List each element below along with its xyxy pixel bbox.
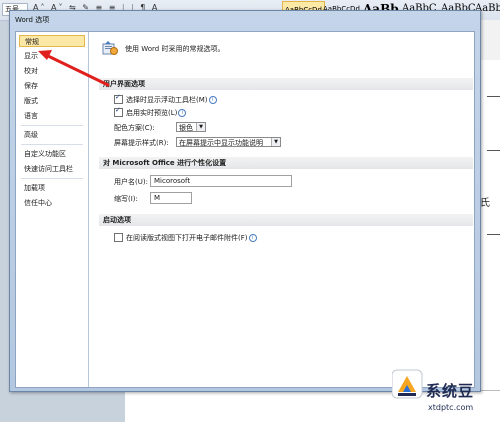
nav-item-advanced[interactable]: 高级 [19, 129, 85, 141]
dialog-body: 常规 显示 校对 保存 版式 语言 高级 自定义功能区 快速访问工具栏 加载项 … [15, 31, 475, 388]
nav-item-quick-access[interactable]: 快速访问工具栏 [19, 163, 85, 175]
document-text: 氏 [480, 198, 490, 209]
nav-divider [21, 125, 83, 126]
chevron-down-icon: ▼ [271, 138, 280, 146]
table-line [487, 150, 500, 151]
nav-item-layout[interactable]: 版式 [19, 95, 85, 107]
username-label: 用户名(U): [114, 178, 148, 186]
username-input[interactable]: Micorosoft [150, 175, 292, 187]
reading-layout-label: 在阅读版式视图下打开电子邮件附件(F) i [126, 233, 257, 243]
nav-item-display[interactable]: 显示 [19, 50, 85, 62]
color-scheme-select[interactable]: 银色 ▼ [176, 122, 206, 132]
dialog-titlebar[interactable]: Word 选项 [10, 11, 480, 28]
live-preview-checkbox[interactable] [114, 106, 123, 117]
table-line [487, 234, 500, 235]
initials-label: 缩写(I): [114, 195, 138, 203]
page-description: 使用 Word 时采用的常规选项。 [125, 45, 225, 53]
nav-item-proofing[interactable]: 校对 [19, 65, 85, 77]
nav-item-language[interactable]: 语言 [19, 110, 85, 122]
watermark-name: 系统豆 [426, 382, 475, 400]
section-startup: 启动选项 [99, 214, 473, 226]
general-options-icon [102, 41, 118, 55]
tooltip-style-select[interactable]: 在屏幕提示中显示功能说明 ▼ [176, 137, 281, 147]
tooltip-style-label: 屏幕提示样式(R): [114, 139, 169, 147]
nav-divider [21, 178, 83, 179]
info-icon: i [208, 96, 217, 104]
nav-item-trust-center[interactable]: 信任中心 [19, 197, 85, 209]
options-content: 使用 Word 时采用的常规选项。 用户界面选项 选择时显示浮动工具栏(M)i … [89, 32, 474, 387]
info-icon: i [178, 109, 187, 117]
word-options-dialog: Word 选项 常规 显示 校对 保存 版式 语言 高级 自定义功能区 快速访问… [9, 10, 481, 392]
options-nav: 常规 显示 校对 保存 版式 语言 高级 自定义功能区 快速访问工具栏 加载项 … [16, 32, 89, 387]
nav-divider [21, 144, 83, 145]
reading-layout-checkbox[interactable] [114, 233, 123, 242]
info-icon: i [248, 234, 257, 242]
nav-item-general[interactable]: 常规 [19, 35, 85, 47]
table-line [487, 96, 500, 97]
section-personalize: 对 Microsoft Office 进行个性化设置 [99, 157, 473, 169]
dialog-title: Word 选项 [15, 16, 50, 24]
nav-item-addins[interactable]: 加载项 [19, 182, 85, 194]
color-scheme-label: 配色方案(C): [114, 124, 155, 132]
mini-toolbar-checkbox[interactable] [114, 93, 123, 104]
live-preview-label: 启用实时预览(L) i [126, 108, 187, 118]
watermark-url: xtdptc.com [428, 403, 474, 412]
chevron-down-icon: ▼ [196, 123, 205, 131]
mini-toolbar-label: 选择时显示浮动工具栏(M) i [126, 95, 217, 105]
nav-item-customize-ribbon[interactable]: 自定义功能区 [19, 148, 85, 160]
initials-input[interactable]: M [150, 192, 192, 204]
nav-item-save[interactable]: 保存 [19, 80, 85, 92]
section-ui-options: 用户界面选项 [99, 78, 473, 90]
